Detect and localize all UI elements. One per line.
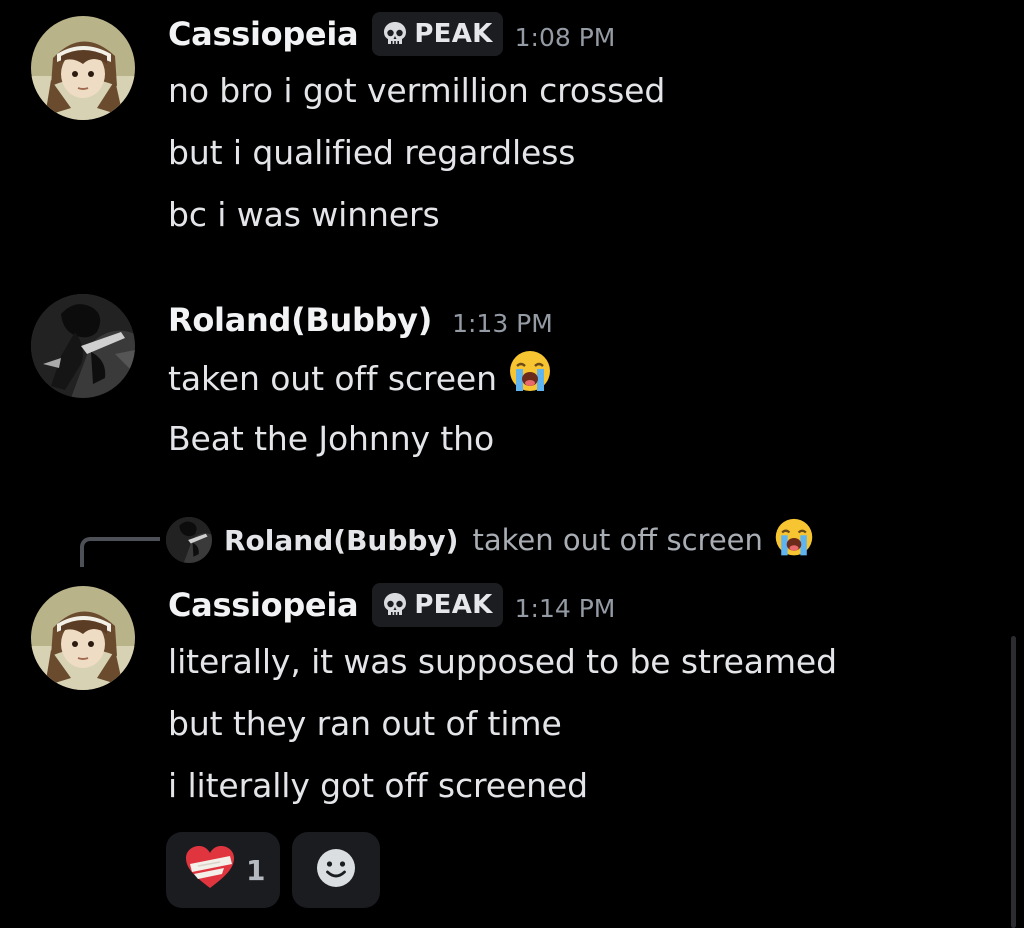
tag-label: PEAK [414,590,493,620]
timestamp: 1:14 PM [514,593,616,623]
message-line: taken out off screen [168,351,553,399]
avatar-roland[interactable] [31,294,135,398]
tag-label: PEAK [414,19,493,49]
message-header: Cassiopeia PEAK 1:08 PM [168,12,615,56]
reply-text: taken out off screen [472,523,763,557]
reply-avatar [166,517,212,563]
skull-icon [380,19,410,49]
message-header: Cassiopeia PEAK 1:14 PM [168,583,615,627]
avatar-cassiopeia[interactable] [31,16,135,120]
timestamp: 1:08 PM [514,22,616,52]
message-line: Beat the Johnny tho [168,419,495,458]
message-line: bc i was winners [168,195,440,234]
timestamp: 1:13 PM [452,308,553,338]
message-line: i literally got off screened [168,766,589,805]
message-line: but i qualified regardless [168,133,576,172]
reply-author[interactable]: Roland(Bubby) [224,524,458,557]
username[interactable]: Cassiopeia [168,586,359,624]
scrollbar-thumb[interactable] [1011,636,1016,928]
loudly-crying-face-icon [507,349,553,406]
mending-heart-icon [184,844,236,896]
reaction-count: 1 [246,853,266,887]
username[interactable]: Roland(Bubby) [168,301,432,339]
avatar-cassiopeia[interactable] [31,586,135,690]
add-reaction-smiley-icon [315,847,357,893]
reactions-bar: 1 [166,832,380,908]
skull-icon [380,590,410,620]
username[interactable]: Cassiopeia [168,15,359,53]
message-line: literally, it was supposed to be streame… [168,642,837,681]
server-tag[interactable]: PEAK [372,12,503,56]
message-line: no bro i got vermillion crossed [168,71,666,110]
message-header: Roland(Bubby) 1:13 PM [168,298,553,342]
loudly-crying-face-icon [773,517,815,563]
reply-preview[interactable]: Roland(Bubby) taken out off screen [166,516,815,564]
reaction-mending-heart[interactable]: 1 [166,832,280,908]
message-text: taken out off screen [168,359,497,398]
add-reaction-button[interactable] [292,832,380,908]
reply-connector [80,537,160,567]
message-line: but they ran out of time [168,704,562,743]
server-tag[interactable]: PEAK [372,583,503,627]
